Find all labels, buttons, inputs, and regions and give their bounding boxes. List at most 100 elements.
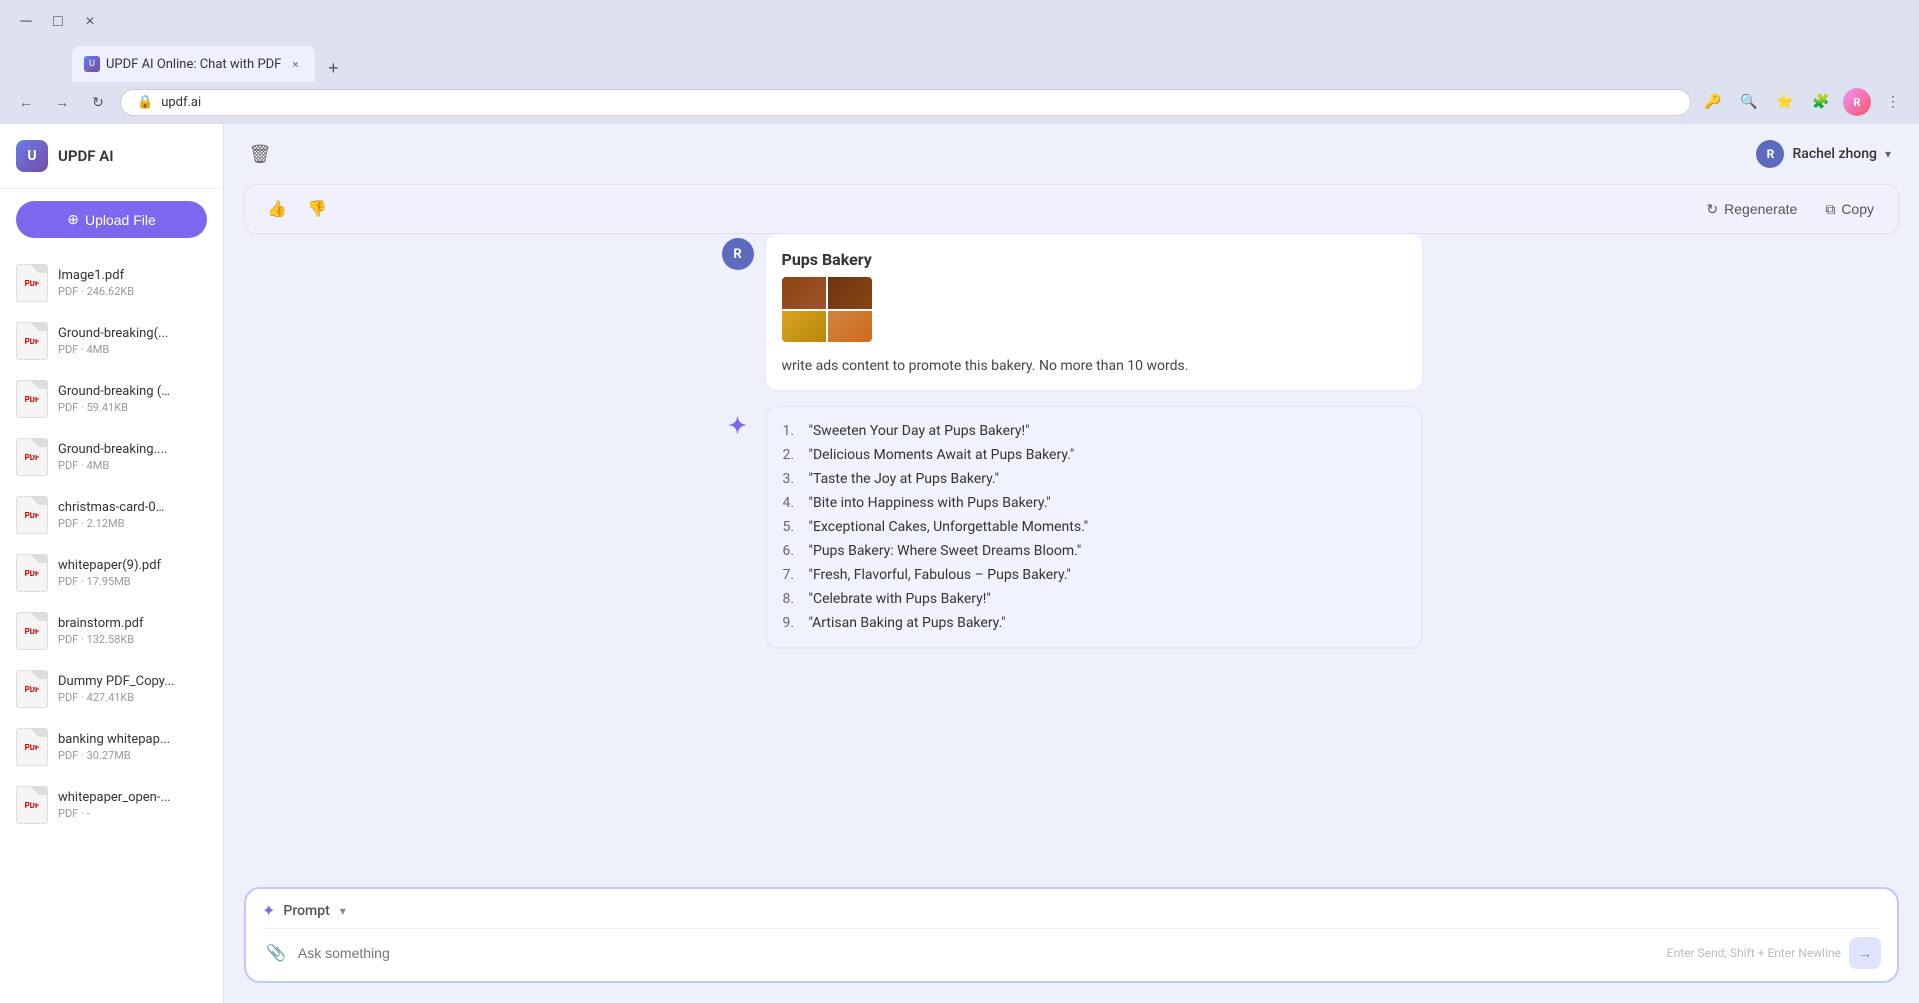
file-size: PDF · 4MB [58, 459, 207, 472]
tab-close-button[interactable]: × [287, 56, 303, 72]
file-icon: PDF [16, 322, 48, 360]
upload-icon: ⊕ [67, 211, 79, 228]
ask-input[interactable] [298, 945, 1659, 961]
file-item[interactable]: PDF whitepaper_open-... PDF · - [0, 776, 223, 834]
tab-title: UPDF AI Online: Chat with PDF [106, 57, 281, 72]
item-text: "Artisan Baking at Pups Bakery." [809, 615, 1006, 631]
file-name: Dummy PDF_Copy... [58, 674, 207, 689]
file-icon: PDF [16, 612, 48, 650]
file-item[interactable]: PDF banking whitepap... PDF · 30.27MB [0, 718, 223, 776]
extensions-icon[interactable]: 🧩 [1807, 88, 1835, 116]
input-container: ✦ Prompt ▾ 📎 Enter Send; Shift + Enter N… [244, 887, 1899, 983]
thumbs-up-button[interactable]: 👍 [261, 193, 293, 225]
url-bar[interactable]: 🔒 updf.ai [120, 89, 1691, 116]
file-icon: PDF [16, 554, 48, 592]
file-size: PDF · 246.62KB [58, 285, 207, 298]
window-controls: ─ □ × [12, 8, 104, 36]
refresh-button[interactable]: ↻ [84, 88, 112, 116]
bakery-img-3 [782, 311, 826, 343]
ai-response-item: 2. "Delicious Moments Await at Pups Bake… [783, 447, 1405, 463]
item-text: "Sweeten Your Day at Pups Bakery!" [809, 423, 1030, 439]
file-item[interactable]: PDF Dummy PDF_Copy... PDF · 427.41KB [0, 660, 223, 718]
zoom-icon[interactable]: 🔍 [1735, 88, 1763, 116]
file-size: PDF · 427.41KB [58, 691, 207, 704]
item-number: 4. [783, 495, 803, 511]
toolbar-feedback: 👍 👎 [261, 193, 333, 225]
file-item[interactable]: PDF Ground-breaking (… PDF · 59.41KB [0, 370, 223, 428]
active-tab[interactable]: U UPDF AI Online: Chat with PDF × [72, 46, 315, 82]
send-button[interactable]: → [1849, 937, 1881, 969]
file-item[interactable]: PDF Ground-breaking(... PDF · 4MB [0, 312, 223, 370]
item-number: 6. [783, 543, 803, 559]
regenerate-button[interactable]: ↻ Regenerate [1698, 197, 1805, 222]
prompt-dropdown-icon[interactable]: ▾ [340, 904, 346, 918]
main-area: 🗑 R Rachel zhong ▾ 👍 👎 ↻ Regenerate ⧉ C [224, 124, 1919, 1003]
file-info: Dummy PDF_Copy... PDF · 427.41KB [58, 674, 207, 704]
file-list: PDF Image1.pdf PDF · 246.62KB PDF Ground… [0, 250, 223, 1003]
sidebar-header: U UPDF AI [0, 124, 223, 189]
regenerate-label: Regenerate [1724, 201, 1797, 217]
file-name: brainstorm.pdf [58, 616, 207, 631]
item-text: "Pups Bakery: Where Sweet Dreams Bloom." [809, 543, 1082, 559]
sidebar: U UPDF AI ⊕ Upload File PDF Image1.pdf P… [0, 124, 224, 1003]
maximize-button[interactable]: □ [44, 8, 72, 36]
upload-file-button[interactable]: ⊕ Upload File [16, 201, 207, 238]
tab-favicon: U [84, 56, 100, 72]
address-icons: 🔑 🔍 ⭐ 🧩 R ⋮ [1699, 88, 1907, 116]
item-text: "Fresh, Flavorful, Fabulous – Pups Baker… [809, 567, 1071, 583]
messages-wrapper: R Pups Bakery write ads content to promo… [642, 234, 1502, 648]
file-info: Ground-breaking.... PDF · 4MB [58, 442, 207, 472]
file-icon: PDF [16, 496, 48, 534]
ai-message-avatar: ✦ [722, 410, 754, 442]
file-name: banking whitepap... [58, 732, 207, 747]
copy-icon: ⧉ [1825, 201, 1835, 218]
forward-button[interactable]: → [48, 88, 76, 116]
file-size: PDF · - [58, 807, 207, 820]
file-icon: PDF [16, 728, 48, 766]
copy-button[interactable]: ⧉ Copy [1817, 197, 1882, 222]
back-button[interactable]: ← [12, 88, 40, 116]
close-button[interactable]: × [76, 8, 104, 36]
bakery-prompt: write ads content to promote this bakery… [782, 358, 1406, 374]
ai-response-list: 1. "Sweeten Your Day at Pups Bakery!" 2.… [783, 423, 1405, 631]
thumbs-down-button[interactable]: 👎 [301, 193, 333, 225]
input-top-row: ✦ Prompt ▾ [262, 901, 1881, 920]
file-item[interactable]: PDF Ground-breaking.... PDF · 4MB [0, 428, 223, 486]
file-icon: PDF [16, 380, 48, 418]
ai-response-item: 3. "Taste the Joy at Pups Bakery." [783, 471, 1405, 487]
item-number: 9. [783, 615, 803, 631]
file-name: whitepaper_open-... [58, 790, 207, 805]
menu-icon[interactable]: ⋮ [1879, 88, 1907, 116]
minimize-button[interactable]: ─ [12, 8, 40, 36]
user-name: Rachel zhong [1792, 146, 1877, 162]
new-tab-button[interactable]: + [319, 54, 347, 82]
input-area: ✦ Prompt ▾ 📎 Enter Send; Shift + Enter N… [224, 887, 1919, 1003]
item-text: "Delicious Moments Await at Pups Bakery.… [809, 447, 1075, 463]
file-item[interactable]: PDF christmas-card-0… PDF · 2.12MB [0, 486, 223, 544]
clear-chat-button[interactable]: 🗑 [244, 138, 276, 170]
bakery-img-4 [828, 311, 872, 343]
user-message-avatar: R [722, 238, 754, 270]
item-text: "Bite into Happiness with Pups Bakery." [809, 495, 1051, 511]
top-bar: 🗑 R Rachel zhong ▾ [224, 124, 1919, 184]
toolbar-actions: ↻ Regenerate ⧉ Copy [1698, 197, 1882, 222]
file-item[interactable]: PDF Image1.pdf PDF · 246.62KB [0, 254, 223, 312]
file-size: PDF · 4MB [58, 343, 207, 356]
prompt-label: Prompt [283, 903, 329, 919]
ai-response-item: 1. "Sweeten Your Day at Pups Bakery!" [783, 423, 1405, 439]
file-size: PDF · 132.58KB [58, 633, 207, 646]
password-manager-icon[interactable]: 🔑 [1699, 88, 1727, 116]
user-message: R Pups Bakery write ads content to promo… [722, 234, 1422, 390]
file-info: christmas-card-0… PDF · 2.12MB [58, 500, 207, 530]
file-item[interactable]: PDF whitepaper(9).pdf PDF · 17.95MB [0, 544, 223, 602]
profile-avatar[interactable]: R [1843, 88, 1871, 116]
upload-label: Upload File [85, 212, 156, 228]
response-toolbar: 👍 👎 ↻ Regenerate ⧉ Copy [244, 184, 1899, 234]
bookmark-icon[interactable]: ⭐ [1771, 88, 1799, 116]
file-name: Ground-breaking (… [58, 384, 207, 399]
user-info[interactable]: R Rachel zhong ▾ [1748, 136, 1899, 172]
ai-response-item: 7. "Fresh, Flavorful, Fabulous – Pups Ba… [783, 567, 1405, 583]
attach-button[interactable]: 📎 [262, 939, 290, 967]
item-text: "Celebrate with Pups Bakery!" [809, 591, 991, 607]
file-item[interactable]: PDF brainstorm.pdf PDF · 132.58KB [0, 602, 223, 660]
